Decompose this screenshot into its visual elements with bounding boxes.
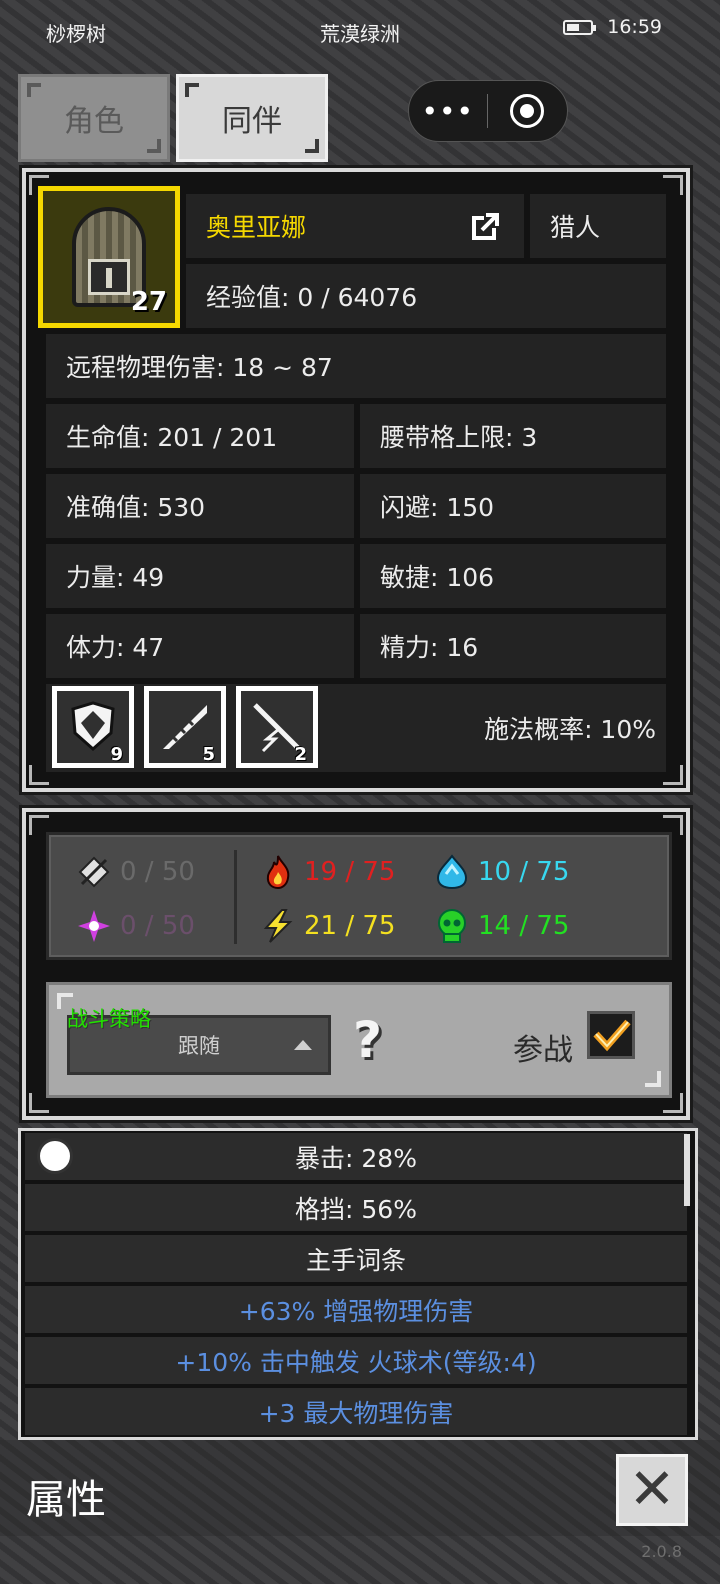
list-item-affix: +10% 击中触发 火球术(等级:4) — [25, 1337, 687, 1384]
tab-companion[interactable]: 同伴 — [176, 74, 328, 162]
footer-bar — [0, 1440, 720, 1536]
resist-poison: 14 / 75 — [434, 908, 569, 944]
magic-resist-icon — [78, 910, 110, 942]
resist-physical: 0 / 50 — [76, 854, 195, 890]
attr-hp-label: 生命值: 201 / 201 — [66, 423, 278, 452]
close-x-icon: ✕ — [628, 1457, 676, 1522]
stats-list[interactable]: 暴击: 28% 格挡: 56% 主手词条 +63% 增强物理伤害 +10% 击中… — [18, 1128, 698, 1440]
strategy-label: 战斗策略 — [67, 1007, 151, 1031]
list-item-text: 格挡: 56% — [295, 1194, 417, 1224]
skill-slot-3[interactable]: 2 — [236, 686, 318, 768]
attr-stamina: 体力: 47 — [46, 614, 354, 678]
level-badge: 27 — [130, 287, 167, 317]
target-circle-icon[interactable] — [488, 94, 568, 128]
resist-cold-value: 10 / 75 — [478, 857, 570, 887]
checkmark-icon — [593, 1019, 631, 1052]
mini-program-capsule: ••• — [408, 80, 568, 142]
skill-slot-1[interactable]: 9 — [52, 686, 134, 768]
resist-lightning-value: 21 / 75 — [304, 911, 396, 941]
share-export-icon[interactable] — [472, 212, 500, 240]
strategy-selected: 跟随 — [178, 1034, 220, 1058]
resist-magic: 0 / 50 — [76, 908, 195, 944]
skills-row: 施法概率: 10% — [46, 684, 666, 772]
poison-resist-icon — [438, 909, 466, 943]
close-button[interactable]: ✕ — [616, 1454, 688, 1526]
status-bar: 桫椤树 荒漠绿洲 16:59 — [0, 0, 720, 62]
cast-chance: 施法概率: 10% — [484, 715, 656, 744]
list-item-affix: +3 最大物理伤害 — [25, 1388, 687, 1435]
list-item-text: +3 最大物理伤害 — [258, 1398, 454, 1428]
skill-3-count: 2 — [294, 744, 307, 765]
character-name: 奥里亚娜 — [206, 213, 307, 242]
portrait-frame[interactable]: 27 — [38, 186, 180, 328]
strategy-box: 跟随 战斗策略 ? 参战 — [46, 982, 672, 1098]
tab-companion-label: 同伴 — [222, 104, 282, 139]
resist-physical-value: 0 / 50 — [120, 857, 195, 887]
attr-strength-label: 力量: 49 — [66, 563, 165, 592]
resist-fire: 19 / 75 — [260, 854, 395, 890]
resist-magic-value: 0 / 50 — [120, 911, 195, 941]
attr-dodge: 闪避: 150 — [360, 474, 666, 538]
clock: 16:59 — [607, 16, 662, 38]
join-battle-checkbox[interactable] — [587, 1011, 635, 1059]
exp-value: 经验值: 0 / 64076 — [206, 283, 418, 312]
attr-belt: 腰带格上限: 3 — [360, 404, 666, 468]
character-name-cell: 奥里亚娜 — [186, 194, 524, 258]
skill-1-count: 9 — [110, 744, 123, 765]
attr-strength: 力量: 49 — [46, 544, 354, 608]
class-cell: 猎人 — [530, 194, 666, 258]
lightning-resist-icon — [263, 909, 293, 943]
damage-cell: 远程物理伤害: 18 ~ 87 — [46, 334, 666, 398]
character-class: 猎人 — [550, 213, 601, 242]
resist-lightning: 21 / 75 — [260, 908, 395, 944]
attr-accuracy: 准确值: 530 — [46, 474, 354, 538]
attr-dodge-label: 闪避: 150 — [380, 493, 495, 522]
page-title: 属性 — [26, 1477, 106, 1523]
join-battle-label: 参战 — [513, 1033, 573, 1068]
battery-icon — [563, 19, 597, 35]
exp-cell: 经验值: 0 / 64076 — [186, 264, 666, 328]
physical-resist-icon — [78, 856, 110, 888]
attr-stamina-label: 体力: 47 — [66, 633, 165, 662]
list-item-text: 主手词条 — [305, 1245, 406, 1275]
tab-character[interactable]: 角色 — [18, 74, 170, 162]
tab-character-label: 角色 — [64, 104, 124, 139]
attr-energy-label: 精力: 16 — [380, 633, 479, 662]
list-item-crit: 暴击: 28% — [25, 1133, 687, 1180]
list-item-mainhand-header: 主手词条 — [25, 1235, 687, 1282]
help-question-button[interactable]: ? — [353, 1011, 382, 1069]
caret-up-icon — [294, 1040, 312, 1050]
resist-poison-value: 14 / 75 — [478, 911, 570, 941]
stats-scrollbar[interactable] — [684, 1134, 690, 1206]
resist-fire-value: 19 / 75 — [304, 857, 396, 887]
resist-cold: 10 / 75 — [434, 854, 569, 890]
attr-belt-label: 腰带格上限: 3 — [380, 423, 538, 452]
damage-value: 远程物理伤害: 18 ~ 87 — [66, 353, 333, 382]
fire-resist-icon — [266, 855, 290, 890]
more-dots-icon[interactable]: ••• — [409, 95, 487, 128]
skill-2-count: 5 — [202, 744, 215, 765]
list-item-text: 暴击: 28% — [295, 1143, 417, 1173]
status-right: 16:59 — [563, 16, 662, 38]
list-item-affix: +63% 增强物理伤害 — [25, 1286, 687, 1333]
list-item-text: +10% 击中触发 火球术(等级:4) — [175, 1347, 537, 1377]
list-item-block: 格挡: 56% — [25, 1184, 687, 1231]
attr-accuracy-label: 准确值: 530 — [66, 493, 206, 522]
attr-agility-label: 敏捷: 106 — [380, 563, 495, 592]
cold-resist-icon — [436, 854, 468, 890]
attr-agility: 敏捷: 106 — [360, 544, 666, 608]
attr-energy: 精力: 16 — [360, 614, 666, 678]
attr-hp: 生命值: 201 / 201 — [46, 404, 354, 468]
swap-cycle-icon[interactable] — [37, 1138, 73, 1174]
resistances-divider — [234, 850, 237, 944]
list-item-text: +63% 增强物理伤害 — [238, 1296, 474, 1326]
skill-slot-2[interactable]: 5 — [144, 686, 226, 768]
version-label: 2.0.8 — [641, 1542, 682, 1561]
